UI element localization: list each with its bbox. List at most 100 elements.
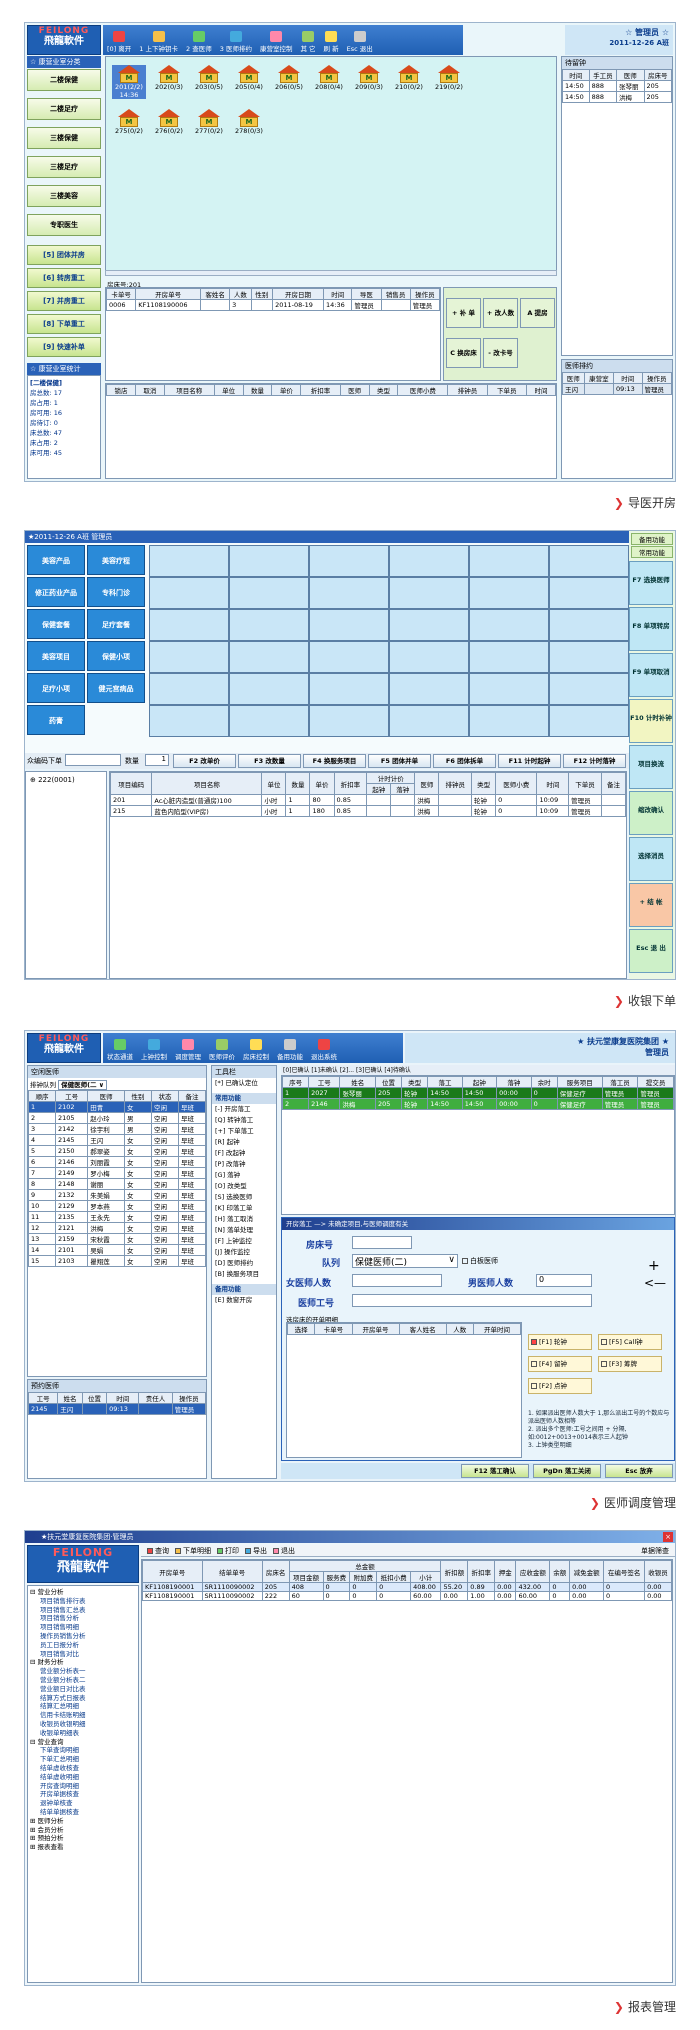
sidebar-item[interactable]: 三楼保健: [27, 127, 101, 149]
product-cell[interactable]: [469, 577, 549, 609]
product-cell[interactable]: [149, 705, 229, 737]
type-checkbox[interactable]: [F2] 点钟: [528, 1378, 592, 1394]
worker-input[interactable]: [352, 1294, 592, 1307]
card-action-button[interactable]: + 改人数: [483, 298, 518, 328]
toolbar-button-1[interactable]: 1 上下钟钥卡: [135, 25, 182, 55]
card-action-button[interactable]: C 换房床: [446, 338, 481, 368]
category-button[interactable]: 保健小项: [87, 641, 145, 671]
tool-item[interactable]: [+] 下单落工: [212, 1126, 276, 1137]
room-tile[interactable]: M 206(0/5): [272, 65, 306, 99]
queue-select[interactable]: 保健医师(二 ∨: [58, 1080, 108, 1090]
table-row[interactable]: 14 2101 吴娟女空闲 早班: [28, 1244, 207, 1256]
card-action-button[interactable]: + 补 单: [446, 298, 481, 328]
room-tile[interactable]: M 202(0/3): [152, 65, 186, 99]
female-input[interactable]: [352, 1274, 442, 1287]
dialog-button[interactable]: PgDn 落工关闭: [533, 1464, 601, 1478]
status-tabs[interactable]: [0]已确认 [1]未确认 [2]... [3]已确认 [4]待确认: [281, 1065, 675, 1075]
product-cell[interactable]: [469, 545, 549, 577]
tool-item[interactable]: [J] 操作监控: [212, 1247, 276, 1258]
product-cell[interactable]: [309, 545, 389, 577]
room-tile[interactable]: M 209(0/3): [352, 65, 386, 99]
table-row[interactable]: 10 2129 罗本燕女空闲 早班: [28, 1200, 207, 1212]
table-row[interactable]: 11 2135 王永先女空闲 早班: [28, 1211, 207, 1223]
tool-item[interactable]: [D] 医师排约: [212, 1258, 276, 1269]
tree-group[interactable]: ⊞ 会员分析: [30, 1826, 136, 1835]
product-cell[interactable]: [469, 705, 549, 737]
table-row[interactable]: 14:50 888 张琴丽 205: [562, 80, 672, 92]
table-row[interactable]: 1 2027 张琴丽 205 轮钟 14:50 14:50 00:00 0 保健足疗 管理员 管理员: [281, 1087, 674, 1099]
filter-button[interactable]: 单据筛查: [641, 1545, 669, 1557]
room-tile[interactable]: M 219(0/2): [432, 65, 466, 99]
tree-leaf[interactable]: 结单虚收明细: [30, 1773, 136, 1782]
product-cell[interactable]: [229, 705, 309, 737]
table-row[interactable]: KF1108190001 SR1110090002 205 408 0 0 0 408.00 5…: [142, 1582, 672, 1592]
fkey-button[interactable]: F5 团体并单: [368, 754, 431, 768]
tree-group[interactable]: ⊟ 营业分析: [30, 1588, 136, 1597]
fkey-button[interactable]: F11 计时起钟: [498, 754, 561, 768]
tree-leaf[interactable]: 下单汇总明细: [30, 1755, 136, 1764]
room-tile[interactable]: M 208(0/4): [312, 65, 346, 99]
right-function-button[interactable]: 缩改确认: [629, 791, 673, 835]
tool-item[interactable]: [S] 选换医师: [212, 1192, 276, 1203]
toolbar-button-0[interactable]: [0] 离开: [103, 25, 135, 55]
fkey-button[interactable]: F2 改单价: [173, 754, 236, 768]
function-button[interactable]: [8] 下单重工: [27, 314, 101, 334]
category-button[interactable]: 美容项目: [27, 641, 85, 671]
report-toolbar-button[interactable]: 下单明细: [175, 1545, 211, 1557]
tree-leaf[interactable]: 项目销售排行表: [30, 1597, 136, 1606]
sidebar-item[interactable]: 三楼足疗: [27, 156, 101, 178]
tool-item[interactable]: [K] 印落工单: [212, 1203, 276, 1214]
dispatch-toolbar-button[interactable]: 上钟控制: [137, 1033, 171, 1063]
qty-input[interactable]: 1: [145, 754, 169, 766]
dialog-button[interactable]: F12 落工确认: [461, 1464, 529, 1478]
category-button[interactable]: 药膏: [27, 705, 85, 735]
table-row[interactable]: 9 2132 朱美娟女空闲 早班: [28, 1189, 207, 1201]
tree-leaf[interactable]: 员工日报分析: [30, 1641, 136, 1650]
table-row[interactable]: 13 2159 宋秋霞女空闲 早班: [28, 1233, 207, 1245]
sidebar-item[interactable]: 二楼保健: [27, 69, 101, 91]
product-cell[interactable]: [389, 705, 469, 737]
tool-item[interactable]: [O] 改类型: [212, 1181, 276, 1192]
product-cell[interactable]: [309, 673, 389, 705]
product-cell[interactable]: [469, 673, 549, 705]
product-cell[interactable]: [149, 641, 229, 673]
table-row[interactable]: 2145 王闪 09:13 管理员: [27, 1403, 207, 1415]
product-cell[interactable]: [149, 545, 229, 577]
tree-leaf[interactable]: 结算汇总明细: [30, 1702, 136, 1711]
table-row[interactable]: 215 蓝色内陷型(VIP房) 小时 1 180 0.85 洪梅 轮钟 0 10:09 管理员: [109, 805, 627, 817]
right-function-button[interactable]: 选择消员: [629, 837, 673, 881]
male-input[interactable]: 0: [536, 1274, 592, 1287]
dispatch-toolbar-button[interactable]: 调度管理: [171, 1033, 205, 1063]
category-button[interactable]: 保健套餐: [27, 609, 85, 639]
type-checkbox[interactable]: [F1] 轮钟: [528, 1334, 592, 1350]
product-cell[interactable]: [229, 577, 309, 609]
tree-leaf[interactable]: 营业额分析表二: [30, 1676, 136, 1685]
product-cell[interactable]: [389, 577, 469, 609]
tree-leaf[interactable]: 下单查询明细: [30, 1746, 136, 1755]
tool-item[interactable]: [E] 数窗开房: [212, 1295, 276, 1306]
toolbar-button-2[interactable]: 2 查医师: [182, 25, 216, 55]
room-tile[interactable]: M 210(0/2): [392, 65, 426, 99]
tree-group[interactable]: ⊞ 预拍分析: [30, 1834, 136, 1843]
tree-leaf[interactable]: 收银员收银明细: [30, 1720, 136, 1729]
tree-leaf[interactable]: 项目销售分析: [30, 1614, 136, 1623]
right-function-button[interactable]: F10 计时补钟: [629, 699, 673, 743]
table-row[interactable]: 3 2142 徐宇利男空闲 早班: [28, 1123, 207, 1135]
function-button[interactable]: [6] 转房重工: [27, 268, 101, 288]
room-input[interactable]: [352, 1236, 412, 1249]
dispatch-toolbar-button[interactable]: 医师评价: [205, 1033, 239, 1063]
right-function-button[interactable]: F9 单项取消: [629, 653, 673, 697]
tree-leaf[interactable]: 结单虚收核查: [30, 1764, 136, 1773]
product-cell[interactable]: [389, 641, 469, 673]
product-cell[interactable]: [309, 577, 389, 609]
dialog-button[interactable]: Esc 放弃: [605, 1464, 673, 1478]
table-row[interactable]: 6 2146 刘丽霞女空闲 早班: [28, 1156, 207, 1168]
queue-option[interactable]: 白板医师: [462, 1256, 498, 1266]
fkey-button[interactable]: F12 计时落钟: [563, 754, 626, 768]
tree-root[interactable]: ⊕ 222(0001): [26, 772, 106, 788]
table-row[interactable]: 12 2121 洪梅女空闲 早班: [28, 1222, 207, 1234]
product-cell[interactable]: [229, 673, 309, 705]
right-function-button[interactable]: F8 单项转房: [629, 607, 673, 651]
table-row[interactable]: 1 2102 田青女空闲 早班: [28, 1101, 207, 1113]
product-cell[interactable]: [229, 545, 309, 577]
